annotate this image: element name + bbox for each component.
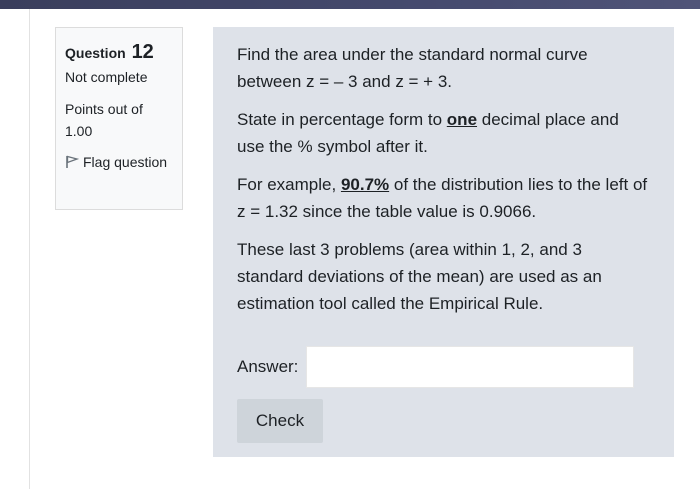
- question-grade: Points out of 1.00: [65, 101, 143, 139]
- question-number-heading: Question 12: [65, 38, 173, 67]
- question-example: For example, 90.7% of the distribution l…: [237, 171, 650, 225]
- question-state: Not complete: [65, 69, 148, 85]
- page-left-divider: [29, 9, 30, 489]
- flag-icon: [65, 153, 80, 168]
- answer-label: Answer:: [237, 357, 299, 376]
- example-text-start: For example,: [237, 175, 341, 194]
- flag-label: Flag question: [83, 154, 168, 170]
- flag-question-link[interactable]: Flag question: [65, 151, 173, 173]
- check-button[interactable]: Check: [237, 399, 323, 443]
- example-emphasis: 90.7%: [340, 175, 390, 194]
- instruction-text-start: State in percentage form to: [237, 110, 447, 129]
- question-note: These last 3 problems (area within 1, 2,…: [237, 240, 602, 313]
- question-number: 12: [131, 41, 154, 63]
- answer-row: Answer:: [237, 345, 635, 389]
- question-text-area: Find the area under the standard normal …: [237, 45, 588, 91]
- instruction-emphasis: one: [446, 110, 478, 129]
- top-navigation-bar: [0, 0, 700, 9]
- question-content-panel: Find the area under the standard normal …: [213, 27, 674, 457]
- answer-input[interactable]: [306, 346, 635, 388]
- question-instruction: State in percentage form to one decimal …: [237, 106, 650, 160]
- question-label: Question: [65, 45, 126, 61]
- question-info-panel: Question 12 Not complete Points out of 1…: [55, 27, 183, 210]
